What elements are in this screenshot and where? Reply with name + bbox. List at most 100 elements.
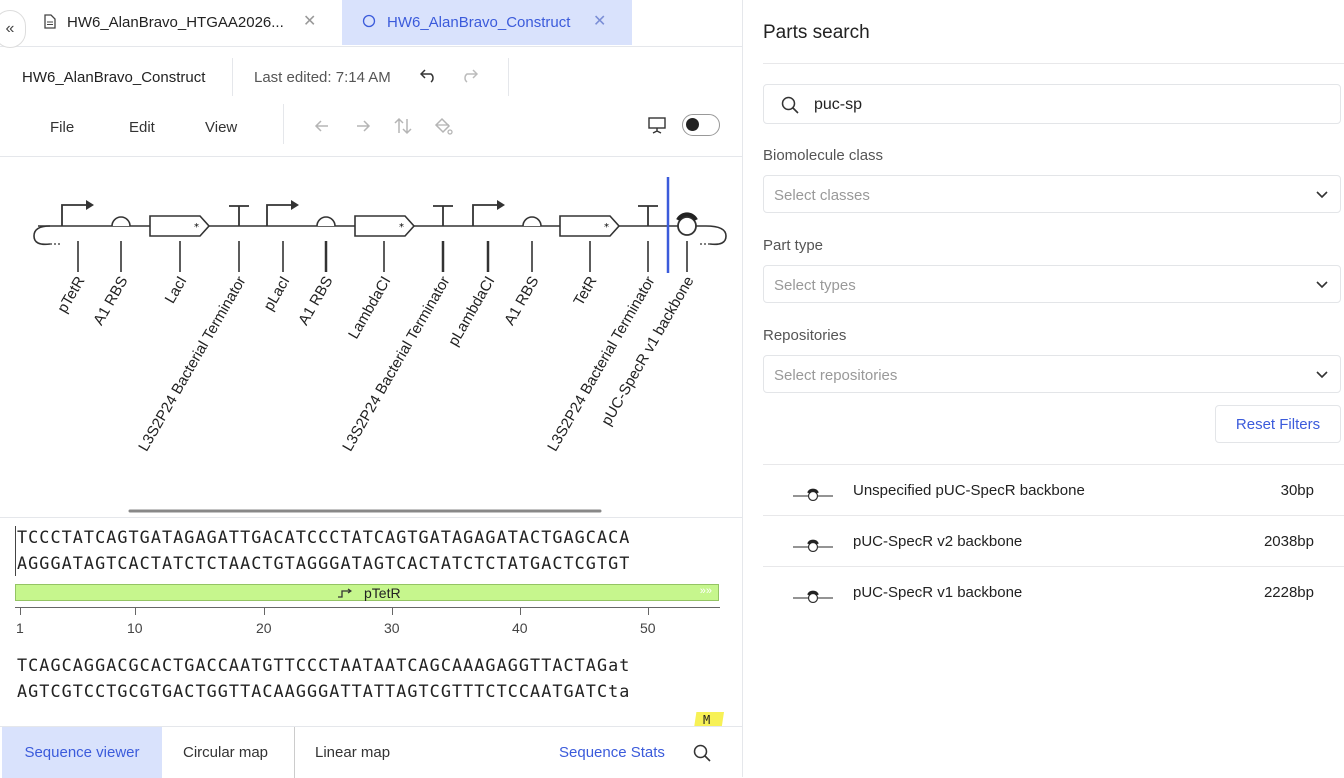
result-length: 30bp — [1280, 482, 1314, 499]
backbone-origin[interactable] — [676, 212, 698, 236]
part-label-plambdaci[interactable]: pLambdaCI — [445, 274, 499, 350]
search-icon[interactable] — [693, 744, 711, 767]
sequence-cursor — [15, 526, 16, 576]
parts-search-panel: Parts search puc-sp Biomolecule class Se… — [743, 0, 1344, 777]
undo-icon[interactable] — [419, 67, 438, 88]
arrow-left-icon[interactable] — [314, 118, 330, 139]
tab-linear-map[interactable]: Linear map — [315, 727, 390, 778]
backbone-part-icon — [793, 485, 833, 506]
svg-text:*: * — [194, 222, 199, 233]
select-placeholder: Select types — [774, 277, 856, 294]
select-placeholder: Select classes — [774, 187, 870, 204]
result-name: pUC-SpecR v2 backbone — [853, 533, 1023, 550]
collapse-sidebar-button[interactable]: « — [0, 10, 26, 48]
direction-icon: »» — [699, 585, 712, 597]
document-title: HW6_AlanBravo_Construct — [22, 69, 206, 86]
repositories-select[interactable]: Select repositories — [763, 355, 1341, 393]
part-label-terminator[interactable]: L3S2P24 Bacterial Terminator — [135, 273, 249, 454]
rbs-a1-1[interactable] — [111, 216, 131, 227]
tab-label: Linear map — [315, 744, 391, 761]
tab-htgaa-file[interactable]: HW6_AlanBravo_HTGAA2026... ✕ — [24, 0, 342, 45]
tab-label: Sequence viewer — [24, 744, 140, 761]
sequence-bottom-strand[interactable]: AGGGATAGTCACTATCTCTAACTGTAGGGATAGTCACTAT… — [17, 553, 630, 573]
close-icon[interactable]: ✕ — [303, 11, 316, 31]
terminator-3[interactable] — [638, 205, 658, 226]
search-field[interactable]: puc-sp — [763, 84, 1341, 124]
button-label: Reset Filters — [1235, 415, 1321, 433]
view-tab-bar: Sequence viewer Circular map Linear map … — [0, 726, 742, 778]
toggle-switch[interactable] — [682, 114, 720, 136]
sequence-stats-link[interactable]: Sequence Stats — [559, 727, 665, 778]
last-edited: Last edited: 7:14 AM — [254, 69, 391, 86]
menu-edit[interactable]: Edit — [129, 119, 155, 136]
svg-text:*: * — [604, 222, 609, 233]
promoter-plambdaci[interactable] — [472, 200, 505, 226]
panel-title-divider — [763, 63, 1344, 64]
tab-label: Circular map — [183, 744, 269, 761]
part-label-lambdaci[interactable]: LambdaCI — [345, 274, 394, 342]
tab-construct[interactable]: HW6_AlanBravo_Construct ✕ — [342, 0, 632, 45]
sequence-top-strand[interactable]: TCCCTATCAGTGATAGAGATTGACATCCCTATCAGTGATA… — [17, 527, 630, 547]
rbs-a1-3[interactable] — [522, 216, 542, 227]
tab-sequence-viewer[interactable]: Sequence viewer — [2, 727, 162, 778]
part-type-label: Part type — [763, 237, 824, 254]
ruler-tick-label: 50 — [640, 620, 656, 636]
link-label: Sequence Stats — [559, 744, 665, 761]
sequence-bottom-strand[interactable]: AGTCGTCCTGCGTGACTGGTTACAAGGGATTATTAGTCGT… — [17, 681, 630, 701]
annotation-ptetr[interactable]: pTetR »» — [15, 584, 719, 601]
reset-filters-button[interactable]: Reset Filters — [1215, 405, 1341, 443]
chevron-down-icon — [1314, 276, 1330, 297]
cds-tetr[interactable]: * — [559, 215, 621, 237]
result-row[interactable]: pUC-SpecR v1 backbone 2228bp — [763, 566, 1344, 618]
part-ticks — [77, 241, 688, 272]
redo-icon[interactable] — [460, 67, 479, 88]
biomolecule-class-select[interactable]: Select classes — [763, 175, 1341, 213]
biomolecule-class-label: Biomolecule class — [763, 147, 884, 164]
search-input[interactable]: puc-sp — [814, 96, 862, 114]
tab-label: HW6_AlanBravo_HTGAA2026... — [67, 14, 284, 31]
presentation-icon[interactable] — [647, 115, 667, 140]
chevron-down-icon — [1314, 186, 1330, 207]
ruler-tick-label: 1 — [16, 620, 24, 636]
backbone-part-icon — [793, 536, 833, 557]
annotation-label: pTetR — [364, 585, 401, 601]
part-label-a1-rbs[interactable]: A1 RBS — [90, 274, 131, 329]
part-label-placi[interactable]: pLacI — [260, 274, 293, 314]
menu-file[interactable]: File — [50, 119, 74, 136]
cds-laci[interactable]: * — [149, 215, 211, 237]
part-label-tetr[interactable]: TetR — [570, 273, 600, 308]
circle-icon — [362, 14, 376, 32]
result-row[interactable]: Unspecified pUC-SpecR backbone 30bp — [763, 464, 1344, 516]
result-row[interactable]: pUC-SpecR v2 backbone 2038bp — [763, 515, 1344, 567]
paint-bucket-icon[interactable] — [433, 116, 453, 141]
rbs-a1-2[interactable] — [316, 216, 336, 227]
arrow-right-icon[interactable] — [355, 118, 371, 139]
menu-view[interactable]: View — [205, 119, 237, 136]
part-label-laci[interactable]: LacI — [162, 274, 191, 307]
toolbar-separator — [283, 104, 284, 144]
part-label-terminator[interactable]: L3S2P24 Bacterial Terminator — [339, 273, 453, 454]
sequence-top-strand[interactable]: TCAGCAGGACGCACTGACCAATGTTCCCTAATAATCAGCA… — [17, 655, 630, 675]
swap-vertical-icon[interactable] — [394, 117, 412, 140]
tab-circular-map[interactable]: Circular map — [183, 727, 268, 778]
ruler-tick-label: 40 — [512, 620, 528, 636]
chevron-down-icon — [1314, 366, 1330, 387]
promoter-placi[interactable] — [266, 200, 299, 226]
part-label-a1-rbs[interactable]: A1 RBS — [501, 274, 542, 329]
ruler-line — [15, 607, 720, 608]
ruler-tick-label: 20 — [256, 620, 272, 636]
editor-header: HW6_AlanBravo_Construct Last edited: 7:1… — [0, 46, 742, 157]
part-type-select[interactable]: Select types — [763, 265, 1341, 303]
linear-map[interactable]: * * * pTetR A1 RBS LacI L3S2P24 Bacteria… — [0, 158, 742, 518]
part-label-a1-rbs[interactable]: A1 RBS — [295, 274, 336, 329]
marker-label: M — [703, 713, 711, 727]
promoter-ptetr[interactable] — [61, 200, 94, 226]
part-label-ptetr[interactable]: pTetR — [54, 273, 88, 316]
cds-lambdaci[interactable]: * — [354, 215, 416, 237]
terminator-2[interactable] — [433, 205, 453, 226]
chevrons-left-icon: « — [5, 20, 15, 37]
sequence-separator — [0, 517, 742, 518]
terminator-1[interactable] — [229, 205, 249, 226]
backbone-left-end — [33, 225, 51, 246]
close-icon[interactable]: ✕ — [593, 11, 606, 31]
